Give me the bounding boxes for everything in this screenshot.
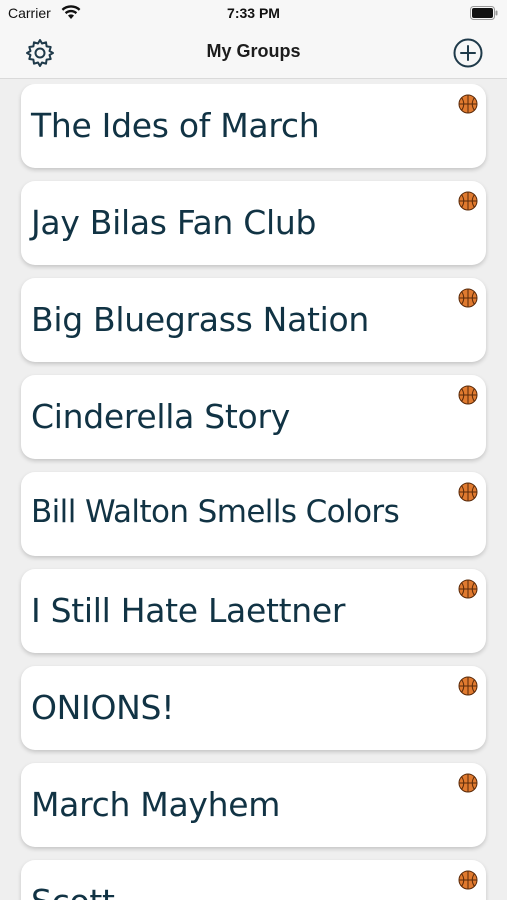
group-card[interactable]: Cinderella Story [21,375,486,459]
group-name: The Ides of March [31,106,320,145]
group-name: Jay Bilas Fan Club [31,203,317,242]
group-name: Scott [31,882,115,900]
status-bar: Carrier 7:33 PM [0,0,507,28]
group-name: Cinderella Story [31,397,290,436]
navigation-bar: My Groups [0,28,507,79]
basketball-icon [458,870,478,890]
basketball-icon [458,385,478,405]
basketball-icon [458,579,478,599]
add-group-button[interactable] [452,37,484,69]
group-name: ONIONS! [31,688,175,727]
group-name: Big Bluegrass Nation [31,300,370,339]
group-card[interactable]: I Still Hate Laettner [21,569,486,653]
group-card[interactable]: The Ides of March [21,84,486,168]
basketball-icon [458,773,478,793]
basketball-icon [458,288,478,308]
group-card[interactable]: Jay Bilas Fan Club [21,181,486,265]
page-title: My Groups [206,41,301,61]
group-name: Bill Walton Smells Colors [31,494,400,530]
basketball-icon [458,191,478,211]
group-card[interactable]: Big Bluegrass Nation [21,278,486,362]
basketball-icon [458,94,478,114]
group-card[interactable]: March Mayhem [21,763,486,847]
basketball-icon [458,482,478,502]
battery-icon [470,6,498,20]
group-list[interactable]: The Ides of March Jay Bilas Fan Club Big… [0,84,507,900]
group-card[interactable]: Bill Walton Smells Colors [21,472,486,556]
group-name: March Mayhem [31,785,281,824]
group-card[interactable]: ONIONS! [21,666,486,750]
basketball-icon [458,676,478,696]
group-card[interactable]: Scott [21,860,486,900]
group-name: I Still Hate Laettner [31,591,346,630]
clock: 7:33 PM [227,5,280,21]
